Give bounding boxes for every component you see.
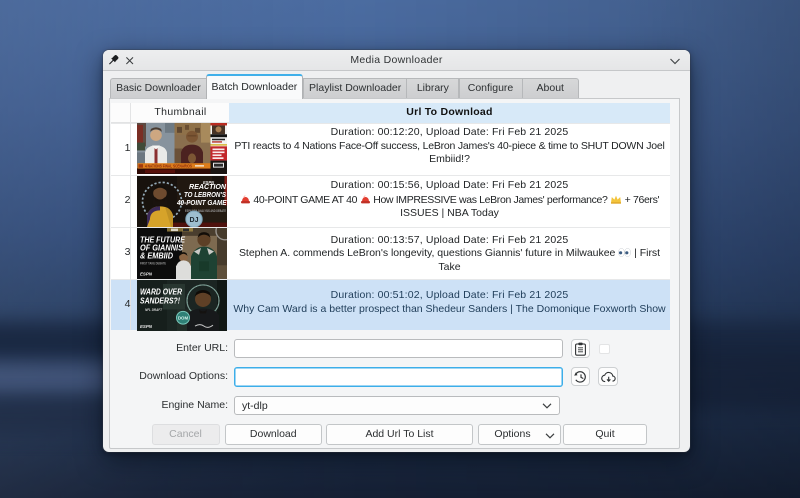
svg-text:& EMBIID: & EMBIID — [140, 251, 173, 260]
svg-text:SANDERS?!: SANDERS?! — [140, 295, 180, 305]
svg-text:NFL DRAFT: NFL DRAFT — [145, 306, 162, 311]
svg-text:ESPN: ESPN — [140, 324, 152, 330]
svg-text:DOM: DOM — [177, 315, 188, 320]
svg-text:DJ: DJ — [189, 217, 198, 224]
svg-text:40-POINT GAME: 40-POINT GAME — [176, 198, 227, 207]
svg-text:ESPN: ESPN — [140, 271, 152, 277]
svg-text:FIRST TAKE DEBATE: FIRST TAKE DEBATE — [140, 261, 166, 265]
svg-text:4 NATIONS FINAL SCENARIOS: 4 NATIONS FINAL SCENARIOS — [145, 164, 192, 169]
